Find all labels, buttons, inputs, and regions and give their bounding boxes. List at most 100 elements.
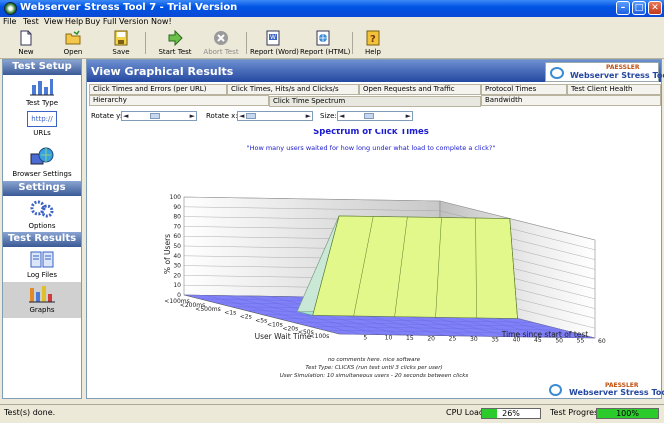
sidebar-item-log-files[interactable]: Log Files [3,249,81,279]
sidebar-heading-settings: Settings [3,181,81,196]
x-tick-label: <100s [310,333,330,340]
new-document-icon [20,30,32,46]
html-report-icon [316,30,330,46]
y-tick-label: 60 [173,233,181,240]
sidebar-item-urls[interactable]: http:// URLs [3,111,81,137]
start-test-button[interactable]: Start Test [155,30,195,58]
logo-name: Webserver Stress Tool [570,71,664,80]
rotate-x-slider[interactable]: ◄ ► [237,111,313,121]
tab-click-times-errors[interactable]: Click Times and Errors (per URL) [89,84,227,95]
sidebar-item-options[interactable]: Options [3,198,81,230]
help-book-icon: ? [366,30,380,46]
abort-icon [214,31,228,45]
window-title: Webserver Stress Tool 7 - Trial Version [20,2,238,13]
logo-mark-icon [549,384,562,396]
test-type-chart-icon [30,79,54,96]
svg-text:?: ? [370,34,376,45]
x-tick-label: <2s [240,314,252,321]
y-tick-label: 80 [173,214,181,221]
paessler-logo: PAESSLER Webserver Stress Tool [545,62,664,82]
z-tick-label: 5 [363,334,367,341]
app-icon [4,2,17,15]
sidebar-item-label: URLs [33,129,51,137]
y-tick-label: 40 [173,253,181,260]
note-line: User Simulation: 10 simultaneous users -… [279,373,469,379]
close-button[interactable]: ✕ [648,1,662,15]
open-button[interactable]: Open [57,30,89,58]
surface-top [312,215,518,319]
save-button[interactable]: Save [105,30,137,58]
word-report-icon: W [266,30,280,46]
report-html-label: Report (HTML) [300,48,351,56]
open-label: Open [63,48,83,56]
tab-hierarchy[interactable]: Hierarchy [89,95,269,106]
size-label: Size: [320,112,337,120]
toolbar-separator [246,32,247,54]
z-tick-label: 15 [406,335,414,342]
x-axis-label: User Wait Time [255,332,312,341]
save-label: Save [112,48,130,56]
main-header: View Graphical Results PAESSLER Webserve… [87,60,664,82]
paessler-logo-bottom: PAESSLER Webserver Stress Tool [545,382,664,398]
z-tick-label: 10 [385,335,393,342]
new-button[interactable]: New [10,30,42,58]
tab-bandwidth[interactable]: Bandwidth [481,95,661,106]
z-tick-label: 30 [470,336,478,343]
log-book-icon [30,251,54,268]
menu-view[interactable]: View [44,17,63,26]
tab-click-times-hits[interactable]: Click Times, Hits/s and Clicks/s [227,84,359,95]
size-slider[interactable]: ◄ ► [337,111,413,121]
page-title: View Graphical Results [91,65,234,78]
browser-globe-icon [30,147,54,165]
sidebar: Test Setup Test Type http:// URLs Browse… [2,59,82,399]
main-panel: View Graphical Results PAESSLER Webserve… [86,59,664,399]
sidebar-item-test-type[interactable]: Test Type [3,77,81,107]
sidebar-item-label: Options [28,222,56,230]
sidebar-item-label: Browser Settings [12,170,72,178]
abort-test-button[interactable]: Abort Test [201,30,241,58]
status-text: Test(s) done. [4,408,56,417]
y-axis-label: % of Users [163,234,172,274]
logo-mark-icon [550,67,564,79]
sidebar-item-label: Graphs [29,306,55,314]
z-tick-label: 35 [491,336,499,343]
new-label: New [18,48,34,56]
chart-subtitle: "How many users waited for how long unde… [247,144,496,152]
y-tick-label: 50 [173,243,181,250]
status-bar: Test(s) done. CPU Load: 26% Test Progres… [0,404,664,423]
sidebar-heading-test-results: Test Results [3,232,81,247]
z-tick-label: 20 [427,335,435,342]
menu-file[interactable]: File [3,17,16,26]
cpu-load-bar: 26% [481,408,541,419]
y-tick-label: 10 [173,282,181,289]
y-tick-label: 100 [170,194,182,201]
test-notes: no comments here. nice software Test Typ… [207,356,541,380]
test-progress-bar: 100% [596,408,659,419]
start-test-label: Start Test [158,48,192,56]
title-bar: Webserver Stress Tool 7 - Trial Version … [0,0,664,17]
menu-test[interactable]: Test [23,17,39,26]
x-tick-label: <500ms [195,306,220,313]
maximize-button[interactable]: □ [632,1,646,15]
sidebar-item-browser-settings[interactable]: Browser Settings [3,146,81,178]
x-tick-label: <5s [255,317,267,324]
report-html-button[interactable]: Report (HTML) [300,30,350,58]
sidebar-item-graphs[interactable]: Graphs [3,282,81,318]
tab-open-requests[interactable]: Open Requests and Traffic [359,84,481,95]
report-word-button[interactable]: W Report (Word) [250,30,299,58]
tab-protocol-times[interactable]: Protocol Times [481,84,567,95]
menu-buy[interactable]: Buy Full Version Now! [85,17,172,26]
url-hand-icon: http:// [27,111,57,127]
z-tick-label: 25 [449,336,457,343]
minimize-button[interactable]: – [616,1,630,15]
note-line: Test Type: CLICKS (run test until 3 clic… [305,365,443,371]
rotate-y-label: Rotate y: [91,112,123,120]
tab-test-client-health[interactable]: Test Client Health [567,84,661,95]
menu-help[interactable]: Help [65,17,83,26]
note-line: no comments here. nice software [327,357,421,363]
rotate-y-slider[interactable]: ◄ ► [121,111,197,121]
start-arrow-icon [168,30,183,46]
tab-click-time-spectrum[interactable]: Click Time Spectrum [269,96,481,107]
help-button[interactable]: ? Help [358,30,388,58]
abort-test-label: Abort Test [203,48,239,56]
